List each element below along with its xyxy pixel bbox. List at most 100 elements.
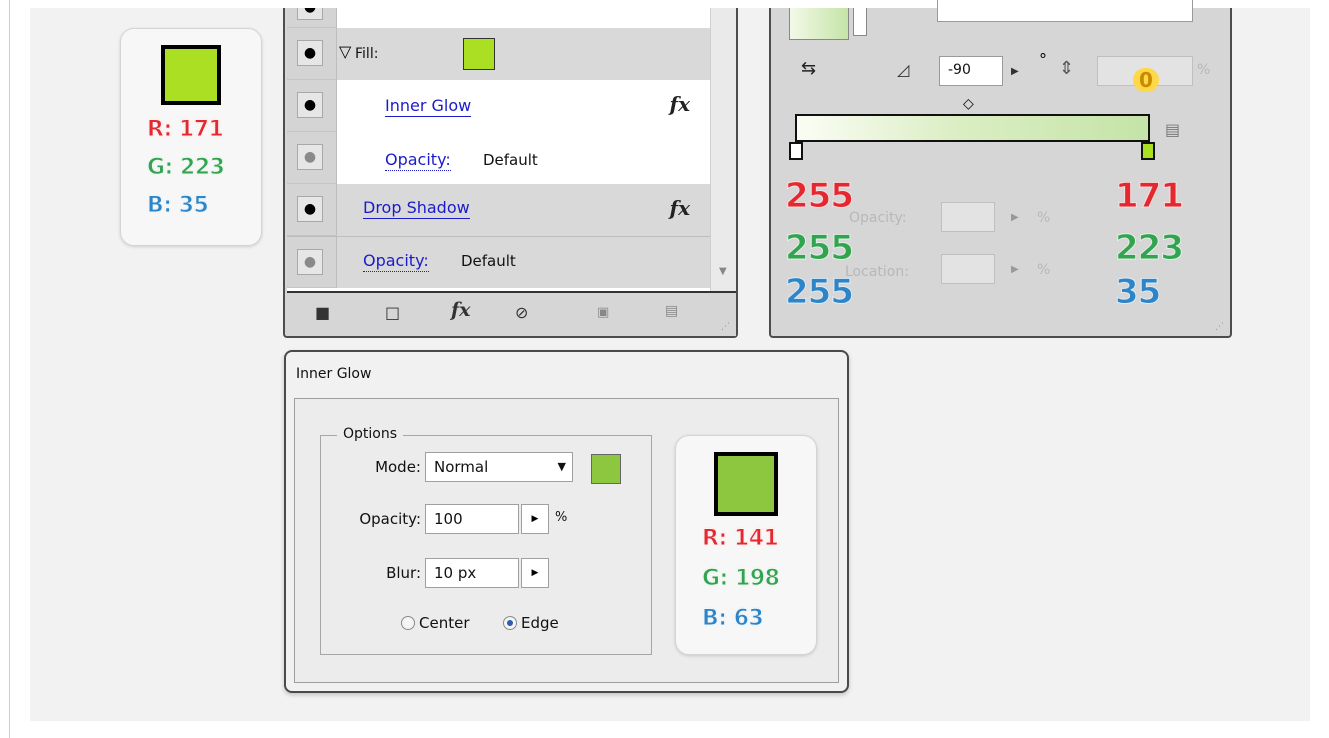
duplicate-icon[interactable]: ▣ (597, 305, 609, 320)
color-card-fill: R: 171 G: 223 B: 35 (120, 28, 262, 246)
angle-unit: ° (1039, 50, 1047, 69)
fx-icon[interactable]: fx (669, 92, 690, 116)
list-item-opacity[interactable]: ● Opacity: Default (287, 236, 710, 288)
appearance-toolbar: ■ □ fx ⊘ ▣ ▤ ⋰ (287, 291, 736, 336)
eye-icon[interactable]: ● (297, 144, 323, 170)
blur-input[interactable]: 10 px (425, 558, 519, 588)
green-value: G: 223 (146, 155, 225, 181)
gradient-preview-slot (853, 8, 867, 36)
opacity-link[interactable]: Opacity: (363, 251, 429, 272)
scrollbar[interactable]: ▼ (710, 8, 736, 291)
right-stop-green: 223 (1115, 228, 1185, 268)
stop-opacity-label: Opacity: (849, 210, 907, 226)
mode-value: Normal (434, 458, 489, 476)
resize-grip-icon[interactable]: ⋰ (721, 322, 730, 332)
opacity-value: Default (483, 151, 538, 169)
options-legend: Options (337, 426, 404, 442)
reverse-gradient-icon[interactable]: ⇆ (801, 58, 816, 79)
glow-color-swatch[interactable] (591, 454, 621, 484)
opacity-value: 100 (434, 510, 463, 528)
left-stop-green: 255 (785, 228, 855, 268)
aspect-value: 0 (1133, 68, 1159, 92)
fx-icon[interactable]: fx (451, 299, 471, 321)
fill-swatch[interactable] (463, 38, 495, 70)
chevron-down-icon: ▼ (557, 460, 566, 473)
dialog-title: Inner Glow (296, 366, 372, 382)
gradient-bar[interactable] (795, 114, 1150, 142)
trash-icon[interactable]: ▤ (1165, 120, 1180, 139)
angle-icon: ◿ (897, 60, 910, 79)
list-item: ● (287, 8, 710, 28)
opacity-unit: % (555, 510, 568, 525)
edge-label: Edge (521, 614, 559, 632)
eye-icon[interactable]: ● (297, 249, 323, 275)
stop-opacity-percent: % (1037, 210, 1051, 226)
eye-icon[interactable]: ● (297, 8, 323, 20)
right-stop-blue: 35 (1114, 272, 1161, 312)
canvas: R: 171 G: 223 B: 35 ● ● ▽ Fill: ● Inner … (30, 0, 1310, 721)
opacity-label: Opacity: (359, 510, 421, 528)
inner-glow-dialog: Inner Glow Options Mode: Normal ▼ Opacit… (284, 350, 849, 693)
new-square-icon[interactable]: □ (385, 303, 400, 322)
right-stop-red: 171 (1115, 176, 1185, 216)
stop-location-input[interactable] (941, 254, 995, 284)
blur-value: 10 px (434, 564, 477, 582)
center-label: Center (419, 614, 470, 632)
green-value: G: 198 (701, 566, 780, 592)
red-value: R: 171 (146, 117, 224, 143)
stop-opacity-dropdown-icon[interactable]: ▶ (1011, 212, 1019, 223)
center-radio[interactable] (401, 616, 415, 630)
blue-value: B: 35 (146, 193, 209, 219)
drop-shadow-link[interactable]: Drop Shadow (363, 198, 470, 219)
page-left-border (9, 0, 10, 738)
blur-label: Blur: (386, 564, 421, 582)
stop-location-label: Location: (845, 264, 909, 280)
percent-label: % (1197, 62, 1211, 78)
mode-select[interactable]: Normal ▼ (425, 452, 573, 482)
angle-input[interactable]: -90 (939, 56, 1003, 86)
trash-icon[interactable]: ▤ (665, 303, 678, 319)
options-group: Options Mode: Normal ▼ Opacity: 100 ▶ % … (320, 426, 652, 655)
blur-stepper[interactable]: ▶ (521, 558, 549, 588)
left-stop-red: 255 (785, 176, 855, 216)
inner-glow-link[interactable]: Inner Glow (385, 96, 472, 117)
edge-radio[interactable] (503, 616, 517, 630)
color-swatch (161, 45, 221, 105)
color-swatch (714, 452, 778, 516)
opacity-input[interactable]: 100 (425, 504, 519, 534)
opacity-stepper[interactable]: ▶ (521, 504, 549, 534)
left-stop-blue: 255 (785, 272, 855, 312)
fx-icon[interactable]: fx (669, 196, 690, 220)
scroll-down-icon[interactable]: ▼ (719, 266, 727, 277)
gradient-stop-left[interactable] (789, 142, 803, 160)
stop-opacity-input[interactable] (941, 202, 995, 232)
gradient-stop-right[interactable] (1141, 142, 1155, 160)
list-item-drop-shadow[interactable]: ● Drop Shadow fx (287, 184, 710, 236)
aspect-ratio-icon: ⇕ (1059, 58, 1075, 79)
appearance-list: ● ● ▽ Fill: ● Inner Glow fx ● Opacity: D… (287, 8, 710, 291)
dialog-body: Options Mode: Normal ▼ Opacity: 100 ▶ % … (294, 398, 839, 683)
stop-location-percent: % (1037, 262, 1051, 278)
mode-label: Mode: (375, 458, 421, 476)
fill-label: Fill: (355, 46, 379, 62)
disclosure-triangle-icon[interactable]: ▽ (339, 42, 351, 61)
square-icon[interactable]: ■ (315, 303, 330, 322)
stop-location-dropdown-icon[interactable]: ▶ (1011, 264, 1019, 275)
red-value: R: 141 (701, 526, 779, 552)
gradient-type-select[interactable] (937, 0, 1193, 22)
list-item-opacity[interactable]: ● Opacity: Default (287, 132, 710, 184)
eye-icon[interactable]: ● (297, 196, 323, 222)
gradient-panel: ⇆ ◿ -90 ▶ ° ⇕ 0 % ◇ ▤ 255 255 255 Opacit… (769, 0, 1232, 338)
appearance-panel: ● ● ▽ Fill: ● Inner Glow fx ● Opacity: D… (283, 8, 738, 338)
clear-icon[interactable]: ⊘ (515, 303, 528, 322)
opacity-value: Default (461, 252, 516, 270)
angle-dropdown-icon[interactable]: ▶ (1011, 66, 1019, 77)
opacity-link[interactable]: Opacity: (385, 150, 451, 171)
midpoint-diamond-icon[interactable]: ◇ (963, 96, 974, 112)
eye-icon[interactable]: ● (297, 40, 323, 66)
resize-grip-icon[interactable]: ⋰ (1215, 322, 1224, 332)
gradient-preview-swatch[interactable] (789, 8, 849, 40)
eye-icon[interactable]: ● (297, 92, 323, 118)
list-item-fill[interactable]: ● ▽ Fill: (287, 28, 710, 80)
list-item-inner-glow[interactable]: ● Inner Glow fx (287, 80, 710, 132)
